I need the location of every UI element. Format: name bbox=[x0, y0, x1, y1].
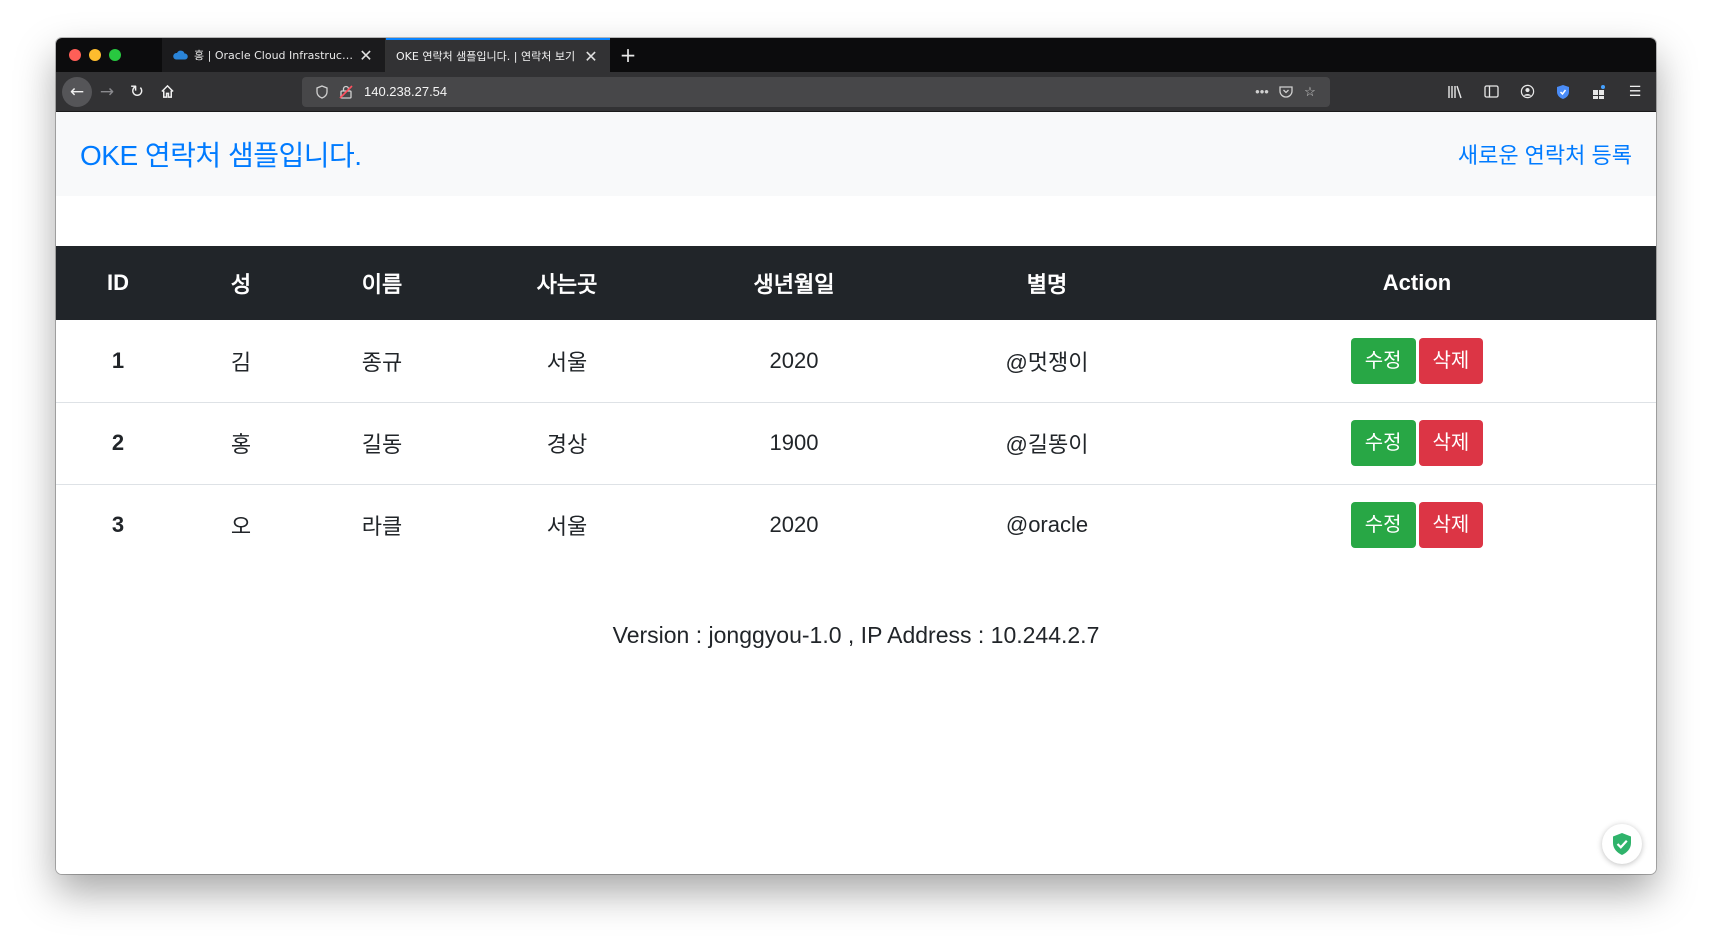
table-row: 1 김 종규 서울 2020 @멋쟁이 수정 삭제 bbox=[56, 320, 1656, 402]
column-header-nickname: 별명 bbox=[1026, 272, 1068, 297]
tab-title: 홍 | Oracle Cloud Infrastructure bbox=[194, 49, 357, 62]
city-cell: 경상 bbox=[546, 432, 588, 457]
home-glyph bbox=[160, 84, 174, 98]
version-info: Version : jonggyou-1.0 , IP Address : 10… bbox=[612, 622, 1100, 648]
id-cell: 1 bbox=[111, 347, 125, 373]
reload-icon[interactable]: ↻ bbox=[122, 77, 152, 107]
nickname-cell: @oracle bbox=[1005, 512, 1089, 538]
last-name-cell: 홍 bbox=[230, 432, 252, 457]
pocket-icon[interactable] bbox=[1274, 85, 1298, 98]
toolbar-right: ☰ bbox=[1440, 77, 1650, 107]
site-header: OKE 연락처 샘플입니다. 새로운 연락처 등록 bbox=[56, 112, 1656, 196]
forward-arrow-icon[interactable]: → bbox=[92, 77, 122, 107]
edit-button[interactable]: 수정 bbox=[1350, 337, 1416, 384]
edit-button[interactable]: 수정 bbox=[1350, 502, 1416, 549]
contacts-table: ID 성 이름 사는곳 생년월일 별명 Action 1 김 종규 서울 202… bbox=[56, 246, 1656, 566]
tracking-shield-icon[interactable] bbox=[310, 84, 334, 99]
column-header-id: ID bbox=[107, 270, 129, 295]
security-shield-icon[interactable] bbox=[1602, 824, 1642, 864]
birth-cell: 2020 bbox=[769, 347, 819, 373]
tab-strip: 홍 | Oracle Cloud Infrastructure ✕ OKE 연락… bbox=[56, 38, 1656, 72]
page-content: OKE 연락처 샘플입니다. 새로운 연락처 등록 ID 성 이름 사는곳 생년… bbox=[56, 112, 1656, 874]
new-tab-button[interactable]: + bbox=[610, 38, 646, 72]
tab-contacts[interactable]: OKE 연락처 샘플입니다. | 연락처 보기 ✕ bbox=[386, 38, 610, 72]
column-header-first-name: 이름 bbox=[361, 272, 403, 297]
first-name-cell: 종규 bbox=[361, 349, 403, 375]
navigation-toolbar: ← → ↻ 140.238.27.54 ••• ☆ ☰ bbox=[56, 72, 1656, 112]
browser-window: 홍 | Oracle Cloud Infrastructure ✕ OKE 연락… bbox=[56, 38, 1656, 874]
column-header-last-name: 성 bbox=[230, 272, 252, 297]
table-row: 3 오 라클 서울 2020 @oracle 수정 삭제 bbox=[56, 484, 1656, 566]
window-controls bbox=[56, 38, 162, 72]
birth-cell: 2020 bbox=[769, 512, 819, 538]
birth-cell: 1900 bbox=[769, 430, 819, 455]
city-cell: 서울 bbox=[546, 349, 588, 375]
last-name-cell: 김 bbox=[230, 349, 252, 375]
close-window-button[interactable] bbox=[69, 49, 81, 61]
insecure-lock-icon[interactable] bbox=[334, 84, 358, 99]
minimize-window-button[interactable] bbox=[89, 49, 101, 61]
library-icon[interactable] bbox=[1440, 77, 1470, 107]
vpn-shield-icon[interactable] bbox=[1548, 77, 1578, 107]
id-cell: 2 bbox=[111, 430, 125, 455]
url-bar[interactable]: 140.238.27.54 ••• ☆ bbox=[302, 76, 1330, 107]
url-text: 140.238.27.54 bbox=[364, 84, 448, 99]
nickname-cell: @길똥이 bbox=[1005, 432, 1089, 457]
column-header-city: 사는곳 bbox=[536, 272, 598, 297]
back-arrow-icon[interactable]: ← bbox=[62, 76, 92, 107]
page-title[interactable]: OKE 연락처 샘플입니다. bbox=[80, 134, 362, 174]
close-icon[interactable]: ✕ bbox=[357, 46, 375, 65]
action-cell: 수정 삭제 bbox=[1178, 402, 1656, 484]
home-icon[interactable] bbox=[152, 77, 182, 107]
maximize-window-button[interactable] bbox=[109, 49, 121, 61]
cloud-icon bbox=[173, 50, 188, 60]
delete-button[interactable]: 삭제 bbox=[1418, 337, 1484, 384]
more-actions-icon[interactable]: ••• bbox=[1250, 84, 1274, 99]
first-name-cell: 길동 bbox=[361, 432, 403, 457]
close-icon[interactable]: ✕ bbox=[582, 47, 600, 66]
edit-button[interactable]: 수정 bbox=[1350, 420, 1416, 466]
nickname-cell: @멋쟁이 bbox=[1005, 349, 1089, 375]
account-icon[interactable] bbox=[1512, 77, 1542, 107]
sidebar-icon[interactable] bbox=[1476, 77, 1506, 107]
action-cell: 수정 삭제 bbox=[1178, 484, 1656, 566]
id-cell: 3 bbox=[111, 512, 125, 538]
table-header-row: ID 성 이름 사는곳 생년월일 별명 Action bbox=[56, 246, 1656, 320]
tab-title: OKE 연락처 샘플입니다. | 연락처 보기 bbox=[396, 50, 576, 63]
city-cell: 서울 bbox=[546, 514, 588, 540]
last-name-cell: 오 bbox=[230, 514, 252, 540]
tab-oracle-cloud[interactable]: 홍 | Oracle Cloud Infrastructure ✕ bbox=[162, 38, 386, 72]
delete-button[interactable]: 삭제 bbox=[1418, 420, 1484, 466]
column-header-birth: 생년월일 bbox=[753, 272, 835, 297]
first-name-cell: 라클 bbox=[361, 514, 403, 540]
add-contact-link[interactable]: 새로운 연락처 등록 bbox=[1458, 138, 1632, 170]
delete-button[interactable]: 삭제 bbox=[1418, 502, 1484, 549]
menu-icon[interactable]: ☰ bbox=[1620, 77, 1650, 107]
bookmark-star-icon[interactable]: ☆ bbox=[1298, 84, 1322, 100]
column-header-action: Action bbox=[1382, 270, 1452, 295]
action-cell: 수정 삭제 bbox=[1178, 320, 1656, 402]
table-row: 2 홍 길동 경상 1900 @길똥이 수정 삭제 bbox=[56, 402, 1656, 484]
extensions-icon[interactable] bbox=[1584, 77, 1614, 107]
